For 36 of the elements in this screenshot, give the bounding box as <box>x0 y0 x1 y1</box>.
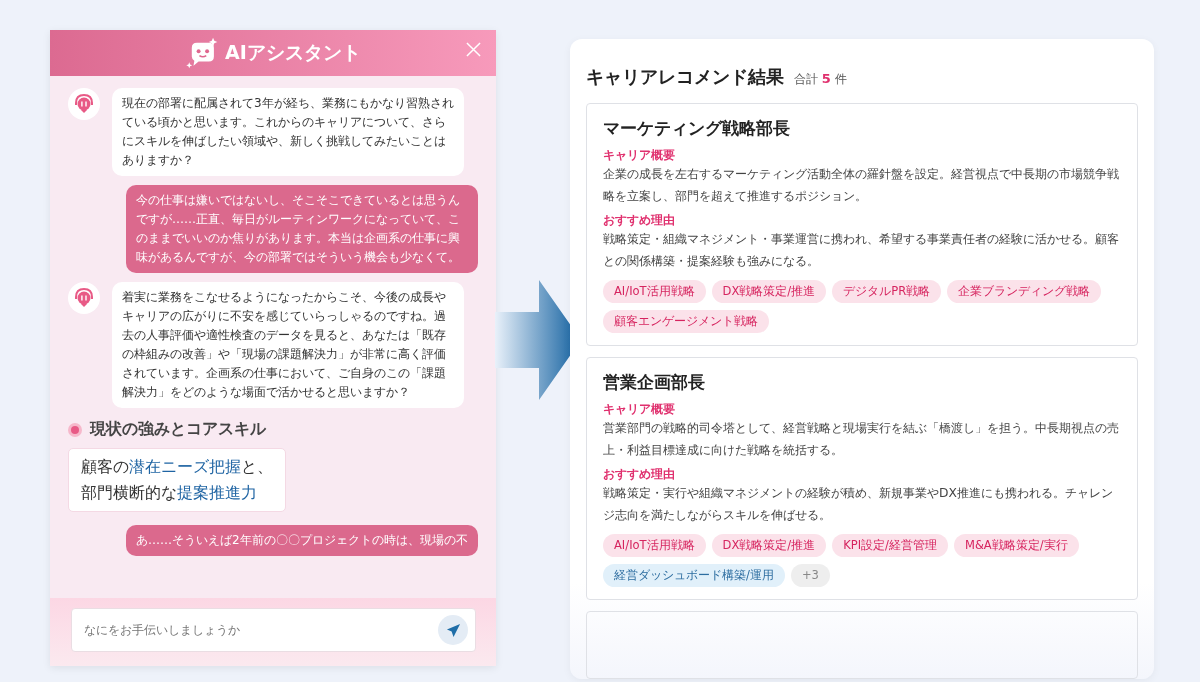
strength-text: 顧客の潜在ニーズ把握 と、 <box>81 456 273 478</box>
reason-text: 戦略策定・組織マネジメント・事業運営に携われ、希望する事業責任者の経験に活かせる。顧客との関係構築・提案経験も強みになる。 <box>603 231 1120 270</box>
skill-tag: 経営ダッシュボード構築/運用 <box>603 564 785 587</box>
overview-text: 企業の成長を左右するマーケティング活動全体の羅針盤を設定。経営視点で中長期の市場競争戦略を立案し、部門を超えて推進するポジション。 <box>603 166 1120 205</box>
career-title: 営業企画部長 <box>603 372 706 394</box>
skill-tag: AI/IoT活用戦略 <box>603 280 706 303</box>
overview-text: 営業部門の戦略的司令塔として、経営戦略と現場実行を結ぶ「橋渡し」を担う。中長期視点の売上・利益目標達成に向けた戦略を統括する。 <box>603 420 1120 459</box>
skill-tag: +3 <box>790 564 830 587</box>
chat-title: AIアシスタント <box>225 40 361 65</box>
skill-tag: デジタルPR戦略 <box>832 280 942 303</box>
skill-tag: M&A戦略策定/実行 <box>953 534 1079 557</box>
section-heading: 現状の強みとコアスキル <box>90 419 266 440</box>
send-icon <box>445 622 461 638</box>
skill-tag: 顧客エンゲージメント戦略 <box>603 310 769 333</box>
skill-tag: KPI設定/経営管理 <box>832 534 948 557</box>
skill-tag: 企業ブランディング戦略 <box>947 280 1102 303</box>
user-message: あ……そういえば2年前の〇〇プロジェクトの時は、現場の不 <box>126 525 478 556</box>
bullet-icon <box>68 422 82 437</box>
strength-text: 部門横断的な提案推進力 <box>81 482 258 504</box>
skill-tag: DX戦略策定/推進 <box>711 534 827 557</box>
ai-message: 着実に業務をこなせるようになったからこそ、今後の成長やキャリアの広がりに不安を感じていらっしゃるのですね。過去の人事評価や適性検査のデータを見ると、あなたは「既存の枠組みの改善」や「現場の課題解決力」が非常に高く評価されています。企画系の仕事において、ご自身のこの「課題解決力」をどのような場面で活かせると思いますか？ <box>112 282 464 408</box>
skill-tag: DX戦略策定/推進 <box>711 280 827 303</box>
ai-message: 現在の部署に配属されて3年が経ち、業務にもかなり習熟されている頃かと思います。これからのキャリアについて、さらにスキルを伸ばしたい領域や、新しく挑戦してみたいことはありますか？ <box>112 88 464 176</box>
career-title: マーケティング戦略部長 <box>603 118 791 140</box>
reason-label: おすすめ理由 <box>603 213 676 228</box>
skill-tag: AI/IoT活用戦略 <box>603 534 706 557</box>
ai-avatar-icon <box>68 282 100 314</box>
overview-label: キャリア概要 <box>603 148 676 163</box>
reason-label: おすすめ理由 <box>603 467 676 482</box>
message-input[interactable]: なにをお手伝いしましょうか <box>71 608 476 652</box>
user-message: 今の仕事は嫌いではないし、そこそこできているとは思うんですが……正直、毎日がルーティンワークになっていて、このままでいいのか焦りがあります。本当は企画系の仕事に興味があるんですが、今の部署ではそういう機会も少なくて。 <box>126 185 478 273</box>
overview-label: キャリア概要 <box>603 402 676 417</box>
reason-text: 戦略策定・実行や組織マネジメントの経験が積め、新規事業やDX推進にも携われる。チャレンジ志向を満たしながらスキルを伸ばせる。 <box>603 485 1114 524</box>
ai-avatar-icon <box>68 88 100 120</box>
results-title: キャリアレコメンド結果 <box>586 65 784 89</box>
result-count: 合計 5 件 <box>794 71 847 88</box>
